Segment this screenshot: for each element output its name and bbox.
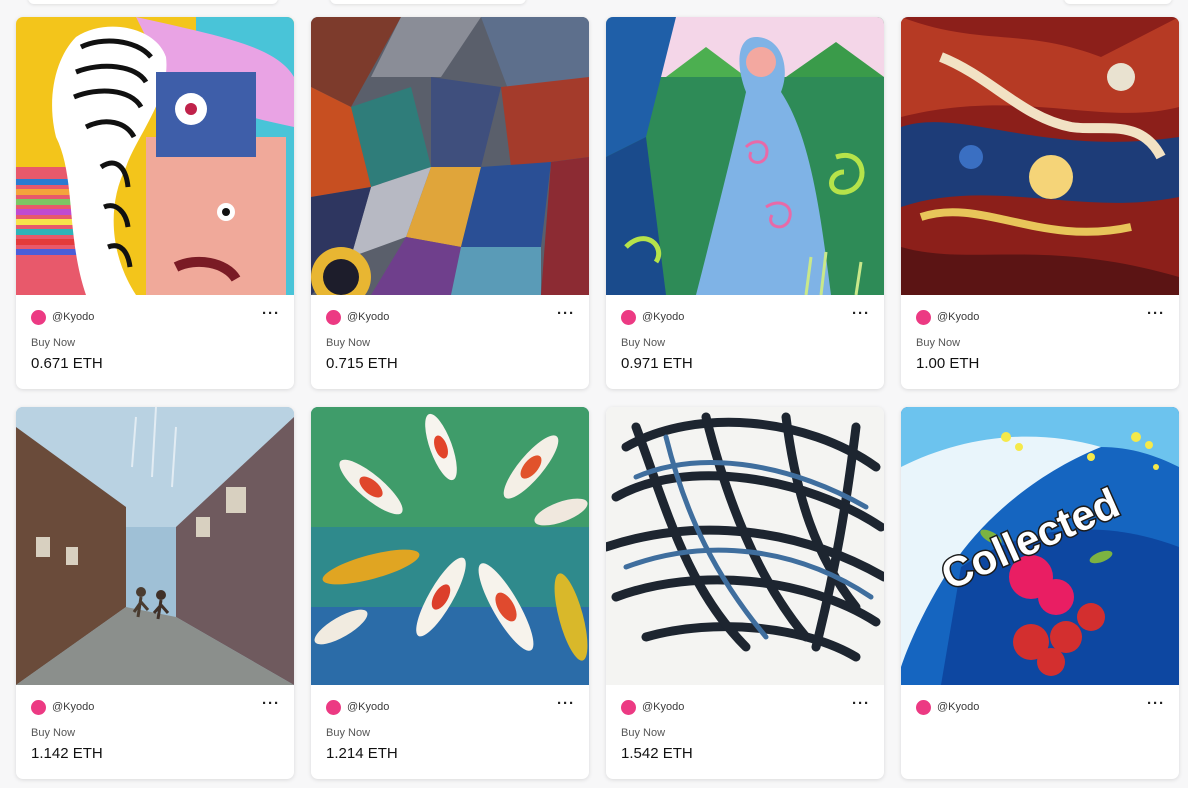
more-horizontal-icon[interactable]: ··· — [557, 696, 575, 711]
orchid-wave-artwork[interactable]: Collected — [901, 407, 1179, 685]
sale-status: Buy Now — [31, 337, 76, 349]
top-control-middle[interactable] — [330, 0, 526, 4]
more-horizontal-icon[interactable]: ··· — [262, 306, 280, 321]
creator-avatar[interactable] — [916, 699, 931, 715]
abstract-splash-artwork[interactable] — [901, 17, 1179, 295]
price: 1.214 ETH — [326, 745, 398, 762]
abstract-faces-artwork[interactable] — [16, 17, 294, 295]
sale-status: Buy Now — [621, 337, 666, 349]
price: 0.971 ETH — [621, 355, 693, 372]
creator-avatar[interactable] — [31, 699, 46, 715]
sale-status: Buy Now — [326, 727, 371, 739]
nft-card[interactable]: @Kyodo ··· Buy Now 0.971 ETH — [606, 17, 884, 389]
creator-handle[interactable]: @Kyodo — [347, 311, 389, 323]
top-control-left[interactable] — [28, 0, 278, 4]
nft-card[interactable]: @Kyodo ··· Buy Now 1.214 ETH — [311, 407, 589, 779]
nft-card[interactable]: @Kyodo ··· Buy Now 0.671 ETH — [16, 17, 294, 389]
more-horizontal-icon[interactable]: ··· — [557, 306, 575, 321]
nft-card[interactable]: Collected @Kyodo ··· — [901, 407, 1179, 779]
price: 1.142 ETH — [31, 745, 103, 762]
creator-handle[interactable]: @Kyodo — [347, 701, 389, 713]
creator-avatar[interactable] — [916, 309, 931, 325]
woven-nest-artwork[interactable] — [606, 407, 884, 685]
sale-status: Buy Now — [31, 727, 76, 739]
nft-card[interactable]: @Kyodo ··· Buy Now 1.542 ETH — [606, 407, 884, 779]
sale-status: Buy Now — [916, 337, 961, 349]
nft-card[interactable]: @Kyodo ··· Buy Now 0.715 ETH — [311, 17, 589, 389]
sale-status: Buy Now — [621, 727, 666, 739]
price: 1.00 ETH — [916, 355, 980, 372]
sale-status: Buy Now — [326, 337, 371, 349]
creator-handle[interactable]: @Kyodo — [937, 701, 979, 713]
price: 0.715 ETH — [326, 355, 398, 372]
more-horizontal-icon[interactable]: ··· — [852, 306, 870, 321]
creator-avatar[interactable] — [621, 309, 636, 325]
creator-handle[interactable]: @Kyodo — [937, 311, 979, 323]
creator-avatar[interactable] — [326, 309, 341, 325]
creator-handle[interactable]: @Kyodo — [52, 311, 94, 323]
cubist-shapes-artwork[interactable] — [311, 17, 589, 295]
nft-card[interactable]: @Kyodo ··· Buy Now 1.142 ETH — [16, 407, 294, 779]
creator-avatar[interactable] — [31, 309, 46, 325]
creator-avatar[interactable] — [621, 699, 636, 715]
nft-grid: @Kyodo ··· Buy Now 0.671 ETH @Kyodo ··· … — [16, 17, 1179, 779]
more-horizontal-icon[interactable]: ··· — [1147, 696, 1165, 711]
gallery-page: @Kyodo ··· Buy Now 0.671 ETH @Kyodo ··· … — [0, 0, 1188, 788]
creator-handle[interactable]: @Kyodo — [52, 701, 94, 713]
price: 1.542 ETH — [621, 745, 693, 762]
creator-handle[interactable]: @Kyodo — [642, 701, 684, 713]
more-horizontal-icon[interactable]: ··· — [262, 696, 280, 711]
nft-card[interactable]: @Kyodo ··· Buy Now 1.00 ETH — [901, 17, 1179, 389]
more-horizontal-icon[interactable]: ··· — [852, 696, 870, 711]
rainy-street-artwork[interactable] — [16, 407, 294, 685]
more-horizontal-icon[interactable]: ··· — [1147, 306, 1165, 321]
stained-glass-figure-artwork[interactable] — [606, 17, 884, 295]
sale-status — [916, 727, 1164, 740]
creator-avatar[interactable] — [326, 699, 341, 715]
top-control-right[interactable] — [1064, 0, 1172, 4]
price: 0.671 ETH — [31, 355, 103, 372]
creator-handle[interactable]: @Kyodo — [642, 311, 684, 323]
koi-pond-artwork[interactable] — [311, 407, 589, 685]
